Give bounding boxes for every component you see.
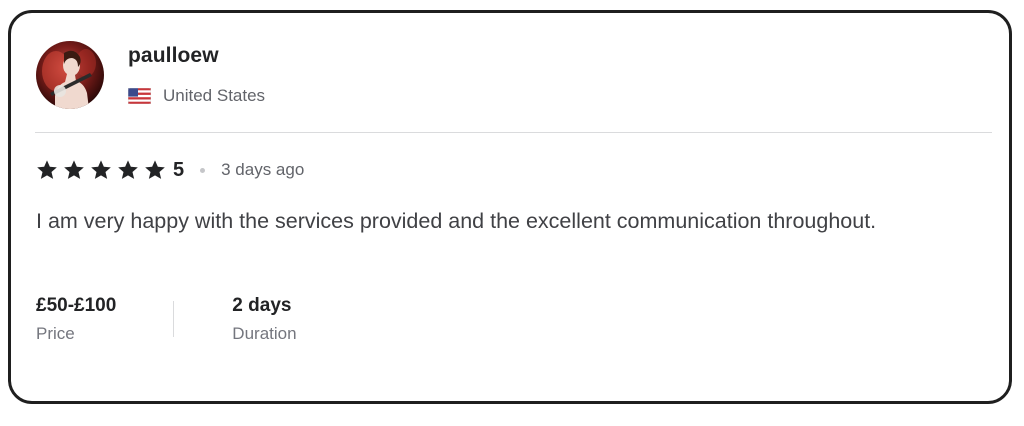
price-label: Price [36, 324, 75, 343]
star-icon [64, 160, 84, 179]
star-icon [118, 160, 138, 179]
review-time: 3 days ago [221, 160, 305, 179]
review-text: I am very happy with the services provid… [36, 209, 877, 233]
details-divider [173, 301, 175, 337]
order-details: £50-£100 Price 2 days Duration [36, 293, 297, 347]
reviewer-username[interactable]: paulloew [128, 44, 219, 68]
rating-row: 5 3 days ago [36, 157, 304, 183]
price-value: £50-£100 [36, 295, 117, 316]
duration-value: 2 days [232, 295, 292, 316]
reviewer-country: United States [128, 85, 265, 107]
star-icon [91, 160, 111, 179]
star-icon [145, 160, 165, 179]
rating-value: 5 [173, 158, 185, 181]
divider [35, 132, 992, 133]
star-icon [37, 160, 57, 179]
review-card: paulloew United States 5 3 days ago I am… [8, 10, 1012, 404]
us-flag-icon [128, 88, 151, 104]
avatar[interactable] [36, 41, 104, 109]
country-name: United States [163, 86, 266, 105]
avatar-image [42, 49, 96, 109]
price-block: £50-£100 Price [36, 293, 116, 347]
duration-label: Duration [232, 324, 297, 343]
duration-block: 2 days Duration [232, 293, 296, 347]
star-rating [36, 159, 171, 181]
separator-dot [200, 167, 206, 173]
